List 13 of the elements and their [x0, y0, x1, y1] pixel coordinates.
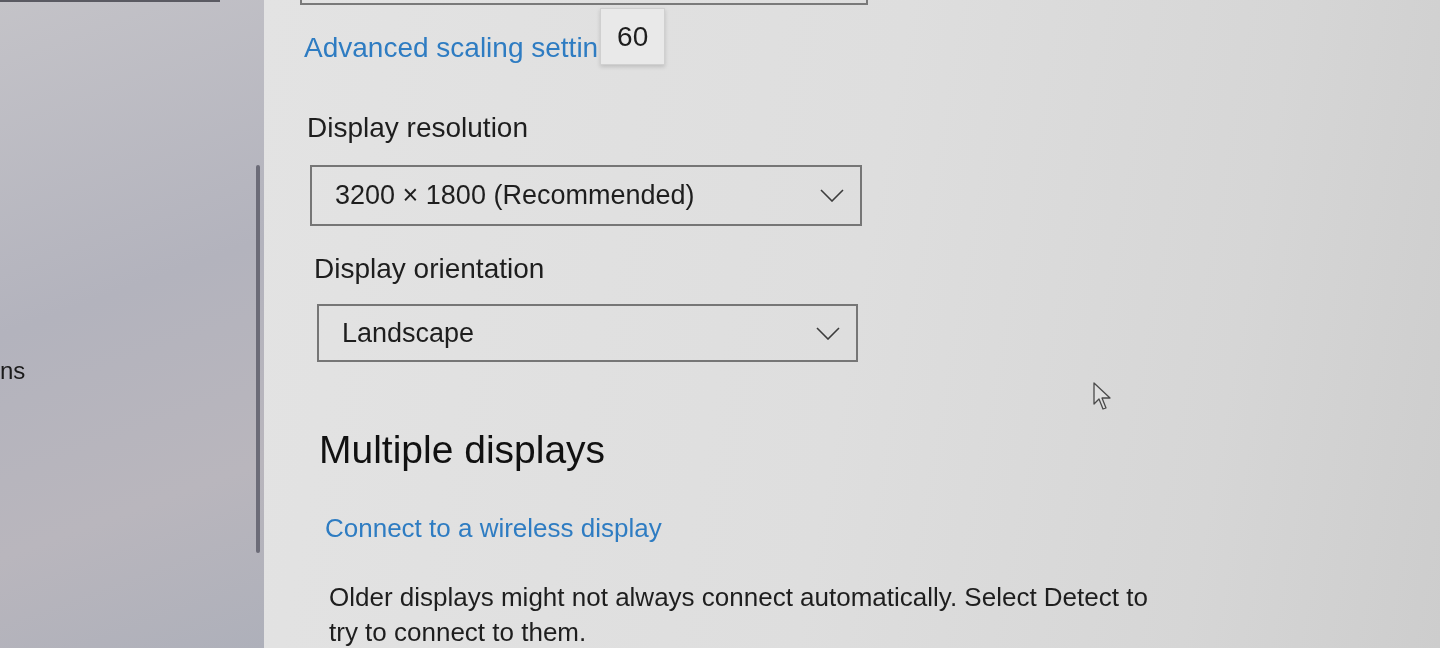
section-heading: Multiple displays: [319, 428, 606, 472]
mouse-pointer-icon: [1093, 382, 1113, 411]
dropdown[interactable]: 3200 × 1800 (Recommended): [310, 165, 862, 226]
chevron-down-icon: [820, 189, 844, 202]
field-label: Display orientation: [314, 254, 545, 284]
tooltip: 60: [600, 8, 666, 65]
dropdown-field[interactable]: [300, 0, 868, 5]
dropdown[interactable]: Landscape: [317, 304, 858, 362]
field-label: Display resolution: [307, 113, 528, 143]
sidebar-item[interactable]: ns: [0, 356, 26, 386]
chevron-down-icon: [816, 326, 840, 340]
description-text: Older displays might not always connect automatically. Select Detect to try to connect to them.: [329, 581, 1149, 648]
scroll-bar[interactable]: [256, 165, 260, 553]
